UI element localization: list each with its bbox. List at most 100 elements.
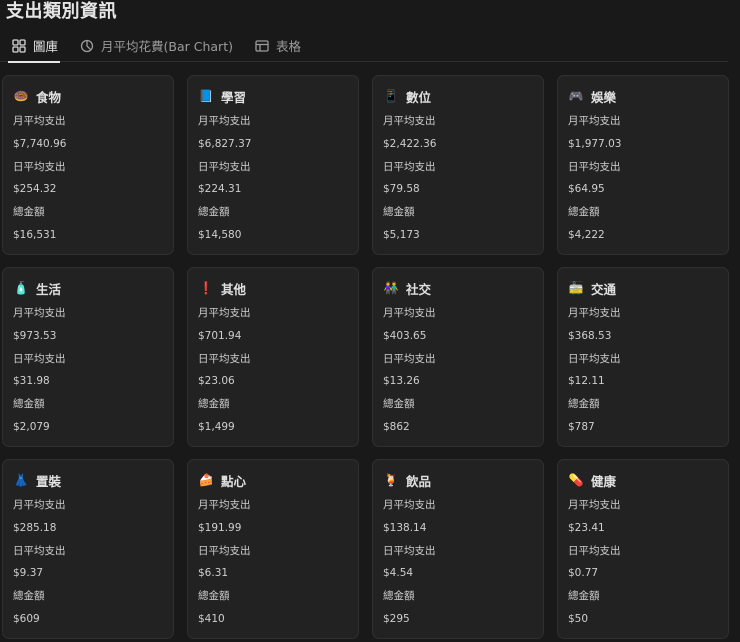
card-header: 🍹 飲品 xyxy=(383,471,533,489)
category-card[interactable]: 🚋 交通 月平均支出 $368.53 日平均支出 $12.11 總金額 $787 xyxy=(557,267,729,447)
monthly-label: 月平均支出 xyxy=(568,499,621,511)
card-header: 👫 社交 xyxy=(383,279,533,297)
monthly-label: 月平均支出 xyxy=(383,307,436,319)
category-card[interactable]: 🍰 點心 月平均支出 $191.99 日平均支出 $6.31 總金額 $410 xyxy=(187,459,359,639)
total-label: 總金額 xyxy=(13,206,45,219)
monthly-value: $1,977.03 xyxy=(568,137,622,150)
card-title: 健康 xyxy=(591,473,617,489)
total-label: 總金額 xyxy=(568,590,600,603)
total-value: $410 xyxy=(198,612,225,625)
card-title: 社交 xyxy=(406,281,432,297)
total-label: 總金額 xyxy=(13,590,45,603)
card-title: 數位 xyxy=(406,89,432,105)
monthly-label: 月平均支出 xyxy=(568,307,621,319)
total-label: 總金額 xyxy=(383,398,415,411)
tab-label: 表格 xyxy=(275,39,301,54)
drink-icon: 🍹 xyxy=(383,473,399,487)
daily-value: $31.98 xyxy=(13,375,50,388)
category-card[interactable]: 📱 數位 月平均支出 $2,422.36 日平均支出 $79.58 總金額 $5,173 xyxy=(372,75,544,255)
daily-label: 日平均支出 xyxy=(13,160,66,173)
total-label: 總金額 xyxy=(198,398,230,411)
monthly-value: $23.41 xyxy=(568,521,605,534)
monthly-label: 月平均支出 xyxy=(568,115,621,127)
total-value: $14,580 xyxy=(198,228,242,241)
total-value: $16,531 xyxy=(13,228,57,241)
daily-label: 日平均支出 xyxy=(13,352,66,365)
monthly-value: $403.65 xyxy=(383,329,427,342)
tab-label: 月平均花費(Bar Chart) xyxy=(101,39,233,54)
monthly-label: 月平均支出 xyxy=(13,115,66,127)
daily-value: $23.06 xyxy=(198,375,235,388)
total-label: 總金額 xyxy=(198,590,230,603)
view-tabs: 圖庫 月平均花費(Bar Chart) 表格 xyxy=(0,30,728,63)
monthly-value: $973.53 xyxy=(13,329,57,342)
card-header: 🍰 點心 xyxy=(198,471,348,489)
monthly-label: 月平均支出 xyxy=(198,499,251,511)
daily-label: 日平均支出 xyxy=(198,160,251,173)
chart-icon xyxy=(79,38,95,54)
total-label: 總金額 xyxy=(383,590,415,603)
monthly-label: 月平均支出 xyxy=(383,499,436,511)
category-card[interactable]: ❗ 其他 月平均支出 $701.94 日平均支出 $23.06 總金額 $1,499 xyxy=(187,267,359,447)
phone-icon: 📱 xyxy=(383,89,399,103)
daily-value: $254.32 xyxy=(13,183,57,196)
total-value: $5,173 xyxy=(383,228,420,241)
daily-value: $224.31 xyxy=(198,183,242,196)
card-header: 🚋 交通 xyxy=(568,279,718,297)
category-card[interactable]: 🎮 娛樂 月平均支出 $1,977.03 日平均支出 $64.95 總金額 $4,222 xyxy=(557,75,729,255)
card-title: 交通 xyxy=(591,281,617,297)
daily-label: 日平均支出 xyxy=(568,160,621,173)
category-card[interactable]: 🍹 飲品 月平均支出 $138.14 日平均支出 $4.54 總金額 $295 xyxy=(372,459,544,639)
monthly-value: $285.18 xyxy=(13,521,57,534)
daily-label: 日平均支出 xyxy=(198,544,251,557)
card-header: 👗 置裝 xyxy=(13,471,163,489)
clothing-icon: 👗 xyxy=(13,473,29,487)
monthly-value: $2,422.36 xyxy=(383,137,437,150)
daily-value: $4.54 xyxy=(383,567,414,580)
total-value: $862 xyxy=(383,420,410,433)
card-header: 🍩 食物 xyxy=(13,87,163,105)
total-value: $609 xyxy=(13,612,40,625)
daily-value: $6.31 xyxy=(198,567,229,580)
exclamation-icon: ❗ xyxy=(198,281,214,295)
card-title: 娛樂 xyxy=(591,89,617,105)
tab-table[interactable]: 表格 xyxy=(243,30,311,62)
card-header: ❗ 其他 xyxy=(198,279,348,297)
card-header: 🧴 生活 xyxy=(13,279,163,297)
monthly-value: $7,740.96 xyxy=(13,137,67,150)
category-card[interactable]: 📘 學習 月平均支出 $6,827.37 日平均支出 $224.31 總金額 $14,580 xyxy=(187,75,359,255)
game-icon: 🎮 xyxy=(568,89,584,103)
daily-label: 日平均支出 xyxy=(198,352,251,365)
card-title: 其他 xyxy=(221,281,247,297)
card-title: 置裝 xyxy=(36,473,62,489)
total-label: 總金額 xyxy=(568,398,600,411)
train-icon: 🚋 xyxy=(568,281,584,295)
food-icon: 🍩 xyxy=(13,89,29,103)
gallery-grid: 🍩 食物月平均支出 $7,740.96 日平均支出 $254.32 總金額 $16,531 📘… xyxy=(2,75,729,639)
tab-bar-chart[interactable]: 月平均花費(Bar Chart) xyxy=(68,30,243,62)
cake-icon: 🍰 xyxy=(198,473,214,487)
daily-label: 日平均支出 xyxy=(383,352,436,365)
book-icon: 📘 xyxy=(198,89,214,103)
category-card[interactable]: 🍩 食物月平均支出 $7,740.96 日平均支出 $254.32 總金額 $16,531 xyxy=(2,75,174,255)
gallery-icon xyxy=(11,38,27,54)
category-card[interactable]: 👗 置裝 月平均支出 $285.18 日平均支出 $9.37 總金額 $609 xyxy=(2,459,174,639)
category-card[interactable]: 🧴 生活 月平均支出 $973.53 日平均支出 $31.98 總金額 $2,079 xyxy=(2,267,174,447)
card-header: 📱 數位 xyxy=(383,87,533,105)
monthly-label: 月平均支出 xyxy=(13,499,66,511)
total-value: $2,079 xyxy=(13,420,50,433)
category-card[interactable]: 💊 健康 月平均支出 $23.41 日平均支出 $0.77 總金額 $50 xyxy=(557,459,729,639)
daily-value: $0.77 xyxy=(568,567,599,580)
category-card[interactable]: 👫 社交月平均支出 $403.65 日平均支出 $13.26 總金額 $862 xyxy=(372,267,544,447)
tab-gallery[interactable]: 圖庫 xyxy=(0,30,68,63)
total-label: 總金額 xyxy=(198,206,230,219)
card-header: 💊 健康 xyxy=(568,471,718,489)
monthly-value: $6,827.37 xyxy=(198,137,252,150)
monthly-value: $701.94 xyxy=(198,329,242,342)
daily-value: $13.26 xyxy=(383,375,420,388)
table-icon xyxy=(254,38,270,54)
card-title: 食物 xyxy=(36,89,62,105)
page-title: 支出類別資訊 xyxy=(6,1,117,22)
card-header: 🎮 娛樂 xyxy=(568,87,718,105)
total-value: $295 xyxy=(383,612,410,625)
